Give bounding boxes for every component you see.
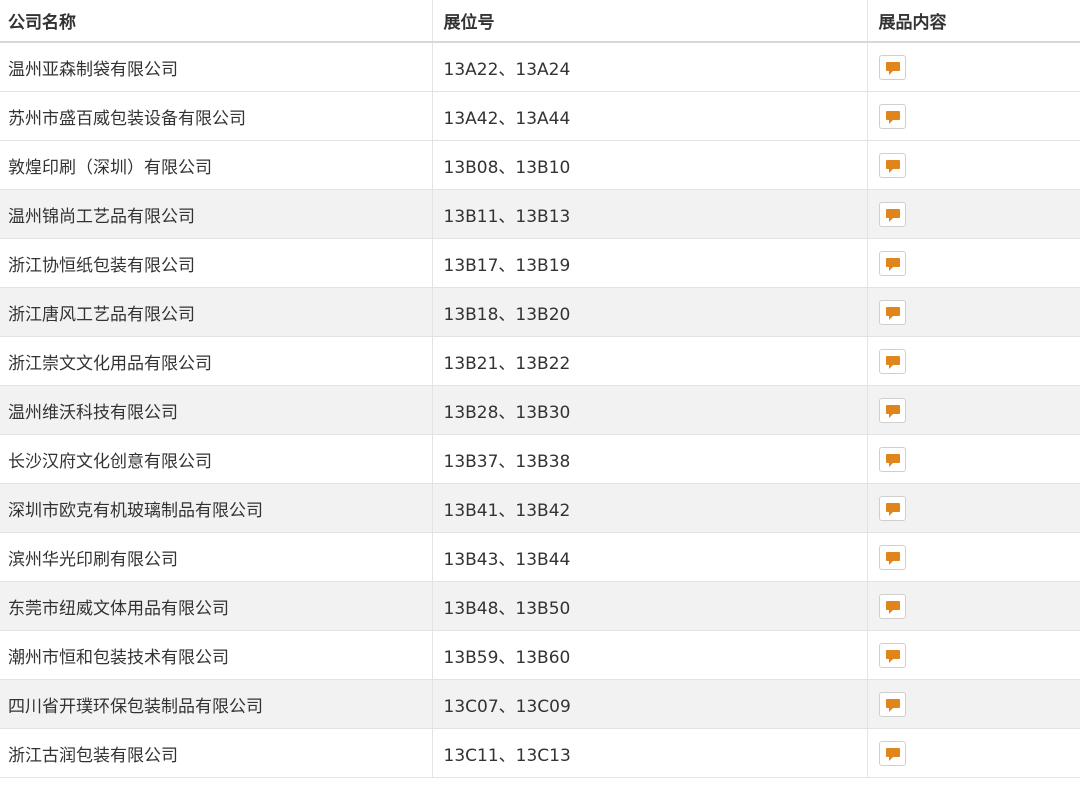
company-name-cell: 四川省开璞环保包装制品有限公司 [0, 679, 433, 729]
chat-icon [885, 159, 900, 173]
booth-number-cell: 13B28、13B30 [432, 385, 868, 435]
chat-icon [885, 551, 900, 565]
exhibit-content-button[interactable] [878, 691, 906, 717]
chat-icon [885, 502, 900, 516]
exhibit-content-button[interactable] [878, 54, 906, 80]
chat-icon [885, 355, 900, 369]
table-row: 浙江古润包装有限公司 13C11、13C13 [0, 728, 1080, 778]
exhibit-content-cell [867, 728, 1080, 778]
booth-number-cell: 13B18、13B20 [432, 287, 868, 337]
table-row: 温州亚森制袋有限公司 13A22、13A24 [0, 42, 1080, 92]
exhibit-content-button[interactable] [878, 201, 906, 227]
company-name-cell: 东莞市纽威文体用品有限公司 [0, 581, 433, 631]
exhibit-content-button[interactable] [878, 642, 906, 668]
table-row: 浙江协恒纸包装有限公司 13B17、13B19 [0, 238, 1080, 288]
table-row: 温州锦尚工艺品有限公司 13B11、13B13 [0, 189, 1080, 239]
exhibit-content-cell [867, 287, 1080, 337]
exhibit-content-cell [867, 189, 1080, 239]
booth-number-cell: 13B48、13B50 [432, 581, 868, 631]
booth-number-cell: 13C11、13C13 [432, 728, 868, 778]
booth-number-cell: 13B17、13B19 [432, 238, 868, 288]
company-name-cell: 温州维沃科技有限公司 [0, 385, 433, 435]
chat-icon [885, 110, 900, 124]
booth-number-cell: 13A22、13A24 [432, 42, 868, 92]
exhibit-content-cell [867, 140, 1080, 190]
chat-icon [885, 257, 900, 271]
exhibit-content-cell [867, 336, 1080, 386]
booth-number-cell: 13B21、13B22 [432, 336, 868, 386]
table-row: 长沙汉府文化创意有限公司 13B37、13B38 [0, 434, 1080, 484]
chat-icon [885, 698, 900, 712]
exhibit-content-cell [867, 385, 1080, 435]
exhibit-content-cell [867, 434, 1080, 484]
booth-number-cell: 13C07、13C09 [432, 679, 868, 729]
exhibit-content-button[interactable] [878, 544, 906, 570]
exhibit-content-cell [867, 483, 1080, 533]
company-name-cell: 浙江崇文文化用品有限公司 [0, 336, 433, 386]
column-header-company: 公司名称 [0, 0, 433, 43]
exhibit-content-button[interactable] [878, 397, 906, 423]
booth-number-cell: 13A42、13A44 [432, 91, 868, 141]
table-row: 滨州华光印刷有限公司 13B43、13B44 [0, 532, 1080, 582]
chat-icon [885, 61, 900, 75]
company-name-cell: 温州锦尚工艺品有限公司 [0, 189, 433, 239]
exhibit-content-cell [867, 630, 1080, 680]
table-body: 温州亚森制袋有限公司 13A22、13A24 苏州市盛百威包装设备有限公司 13A42… [0, 42, 1080, 778]
exhibit-content-cell [867, 679, 1080, 729]
exhibit-content-cell [867, 532, 1080, 582]
chat-icon [885, 649, 900, 663]
table-row: 浙江唐风工艺品有限公司 13B18、13B20 [0, 287, 1080, 337]
exhibit-content-button[interactable] [878, 740, 906, 766]
table-row: 四川省开璞环保包装制品有限公司 13C07、13C09 [0, 679, 1080, 729]
chat-icon [885, 404, 900, 418]
exhibit-content-button[interactable] [878, 495, 906, 521]
company-name-cell: 浙江唐风工艺品有限公司 [0, 287, 433, 337]
exhibit-content-button[interactable] [878, 348, 906, 374]
booth-number-cell: 13B59、13B60 [432, 630, 868, 680]
column-header-booth: 展位号 [432, 0, 868, 43]
exhibit-content-button[interactable] [878, 250, 906, 276]
table-row: 敦煌印刷（深圳）有限公司 13B08、13B10 [0, 140, 1080, 190]
exhibit-content-button[interactable] [878, 103, 906, 129]
booth-number-cell: 13B43、13B44 [432, 532, 868, 582]
booth-number-cell: 13B37、13B38 [432, 434, 868, 484]
table-row: 苏州市盛百威包装设备有限公司 13A42、13A44 [0, 91, 1080, 141]
chat-icon [885, 453, 900, 467]
chat-icon [885, 747, 900, 761]
chat-icon [885, 600, 900, 614]
table-header: 公司名称 展位号 展品内容 [0, 0, 1080, 43]
exhibit-content-cell [867, 581, 1080, 631]
booth-number-cell: 13B11、13B13 [432, 189, 868, 239]
header-row: 公司名称 展位号 展品内容 [0, 0, 1080, 43]
table-row: 深圳市欧克有机玻璃制品有限公司 13B41、13B42 [0, 483, 1080, 533]
exhibit-content-button[interactable] [878, 446, 906, 472]
exhibit-content-button[interactable] [878, 593, 906, 619]
table-row: 东莞市纽威文体用品有限公司 13B48、13B50 [0, 581, 1080, 631]
exhibit-content-button[interactable] [878, 299, 906, 325]
company-name-cell: 敦煌印刷（深圳）有限公司 [0, 140, 433, 190]
company-name-cell: 苏州市盛百威包装设备有限公司 [0, 91, 433, 141]
booth-number-cell: 13B08、13B10 [432, 140, 868, 190]
booth-number-cell: 13B41、13B42 [432, 483, 868, 533]
table-row: 浙江崇文文化用品有限公司 13B21、13B22 [0, 336, 1080, 386]
company-name-cell: 浙江协恒纸包装有限公司 [0, 238, 433, 288]
table-row: 温州维沃科技有限公司 13B28、13B30 [0, 385, 1080, 435]
company-name-cell: 浙江古润包装有限公司 [0, 728, 433, 778]
chat-icon [885, 208, 900, 222]
exhibit-content-cell [867, 91, 1080, 141]
company-name-cell: 温州亚森制袋有限公司 [0, 42, 433, 92]
exhibit-content-cell [867, 42, 1080, 92]
company-name-cell: 深圳市欧克有机玻璃制品有限公司 [0, 483, 433, 533]
exhibit-content-button[interactable] [878, 152, 906, 178]
company-name-cell: 长沙汉府文化创意有限公司 [0, 434, 433, 484]
exhibitor-table: 公司名称 展位号 展品内容 温州亚森制袋有限公司 13A22、13A24 苏州市盛百… [0, 0, 1080, 778]
exhibit-content-cell [867, 238, 1080, 288]
table-row: 潮州市恒和包装技术有限公司 13B59、13B60 [0, 630, 1080, 680]
company-name-cell: 滨州华光印刷有限公司 [0, 532, 433, 582]
chat-icon [885, 306, 900, 320]
company-name-cell: 潮州市恒和包装技术有限公司 [0, 630, 433, 680]
column-header-content: 展品内容 [867, 0, 1080, 43]
